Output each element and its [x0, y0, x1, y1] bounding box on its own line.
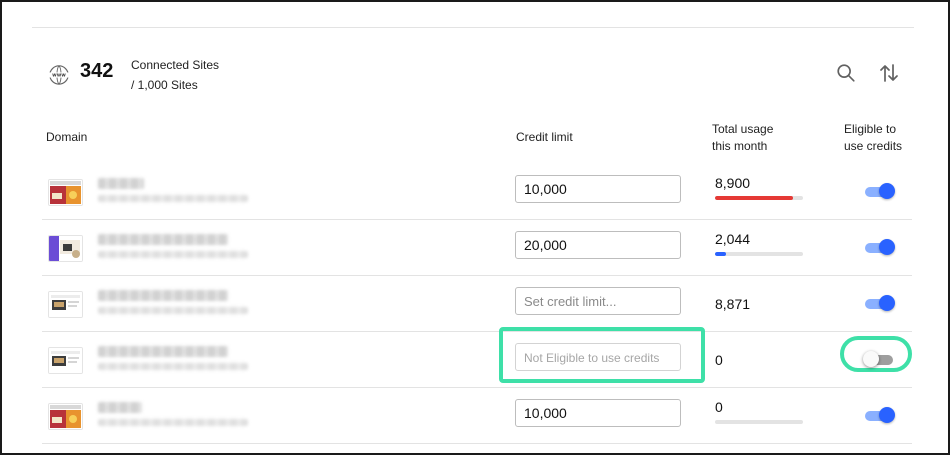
- site-url-redacted: [98, 419, 248, 426]
- column-header-eligible: Eligible to use credits: [844, 121, 902, 155]
- eligible-toggle[interactable]: [865, 239, 895, 256]
- site-thumbnail: [48, 347, 83, 374]
- sort-arrows-icon[interactable]: [877, 61, 901, 85]
- credit-limit-input[interactable]: [515, 231, 681, 259]
- table-row: 0: [42, 388, 912, 444]
- table-row: 8,900: [42, 164, 912, 220]
- eligible-toggle[interactable]: [865, 407, 895, 424]
- connected-count: 342: [80, 60, 114, 82]
- usage-value: 8,900: [715, 175, 751, 191]
- total-usage-line-1: Total usage: [712, 122, 774, 136]
- top-divider: [32, 27, 914, 28]
- usage-progress-bar: [715, 420, 803, 424]
- credit-limit-input-disabled: [515, 343, 681, 371]
- credit-limit-input[interactable]: [515, 287, 681, 315]
- connected-sites-label: Connected Sites: [131, 58, 220, 72]
- svg-text:www: www: [52, 73, 66, 79]
- usage-progress-bar: [715, 196, 803, 200]
- usage-progress-fill: [715, 252, 726, 256]
- table-row: 0: [42, 327, 912, 388]
- usage-value: 8,871: [715, 296, 751, 312]
- usage-progress-bar: [715, 252, 803, 256]
- site-name-redacted: [98, 402, 142, 413]
- column-header-total-usage: Total usage this month: [712, 121, 773, 155]
- usage-progress-fill: [715, 196, 794, 200]
- eligible-toggle[interactable]: [863, 351, 893, 368]
- total-usage-line-2: this month: [712, 139, 768, 153]
- credit-limit-input[interactable]: [515, 175, 681, 203]
- eligible-line-1: Eligible to: [844, 122, 897, 136]
- site-url-redacted: [98, 195, 248, 202]
- site-url-redacted: [98, 363, 248, 370]
- row-divider: [42, 443, 912, 444]
- site-url-redacted: [98, 251, 248, 258]
- table-row: 8,871: [42, 276, 912, 332]
- site-name-redacted: [98, 178, 144, 189]
- eligible-line-2: use credits: [844, 139, 903, 153]
- credit-limit-input[interactable]: [515, 399, 681, 427]
- sites-summary: Connected Sites / 1,000 Sites: [131, 55, 219, 95]
- site-thumbnail: [48, 291, 83, 318]
- site-thumbnail: [48, 403, 83, 430]
- eligible-toggle[interactable]: [865, 295, 895, 312]
- search-icon[interactable]: [835, 62, 857, 84]
- site-thumbnail: [48, 235, 83, 262]
- column-header-domain: Domain: [46, 130, 88, 144]
- eligible-toggle[interactable]: [865, 183, 895, 200]
- table-row: 2,044: [42, 220, 912, 276]
- site-name-redacted: [98, 290, 228, 301]
- usage-value: 0: [715, 399, 723, 415]
- column-header-credit-limit: Credit limit: [516, 130, 573, 144]
- usage-value: 0: [715, 352, 723, 368]
- globe-www-icon: www: [48, 65, 70, 85]
- site-thumbnail: [48, 179, 83, 206]
- total-sites-label: / 1,000 Sites: [131, 78, 198, 92]
- site-name-redacted: [98, 234, 228, 245]
- usage-value: 2,044: [715, 231, 751, 247]
- site-url-redacted: [98, 307, 248, 314]
- site-name-redacted: [98, 346, 228, 357]
- connected-sites-panel: www 342 Connected Sites / 1,000 Sites Do…: [0, 0, 950, 455]
